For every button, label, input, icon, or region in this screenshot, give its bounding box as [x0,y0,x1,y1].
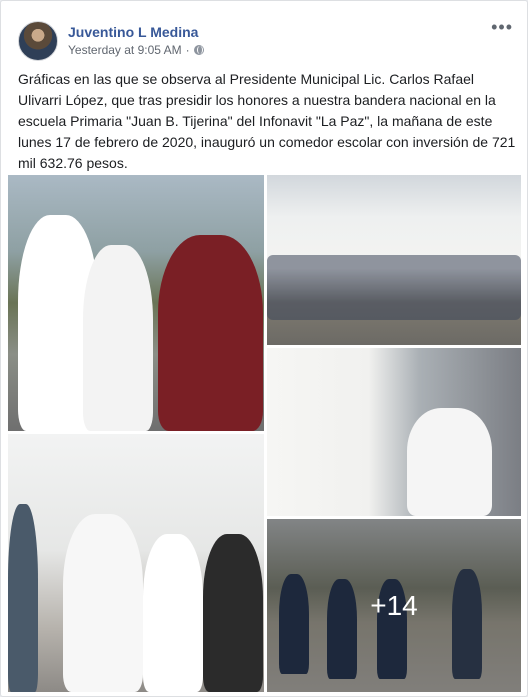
photo-4[interactable] [8,434,264,692]
meta-separator: · [185,43,190,57]
avatar[interactable] [18,21,58,61]
post-meta: Yesterday at 9:05 AM · [68,43,204,57]
ellipsis-icon[interactable]: ••• [491,18,513,36]
photo-2[interactable] [267,175,521,345]
timestamp[interactable]: Yesterday at 9:05 AM [68,43,182,57]
more-photos-overlay[interactable]: +14 [267,519,521,692]
more-photos-count: +14 [370,589,418,621]
author-name[interactable]: Juventino L Medina [68,24,198,40]
post-caption: Gráficas en las que se observa al Presid… [18,71,516,171]
post-card: Juventino L Medina Yesterday at 9:05 AM … [0,0,528,697]
photo-5[interactable]: +14 [267,519,521,692]
globe-icon[interactable] [193,45,204,55]
photo-1[interactable] [8,175,264,431]
photo-3[interactable] [267,348,521,516]
post-header: Juventino L Medina Yesterday at 9:05 AM … [1,1,527,65]
